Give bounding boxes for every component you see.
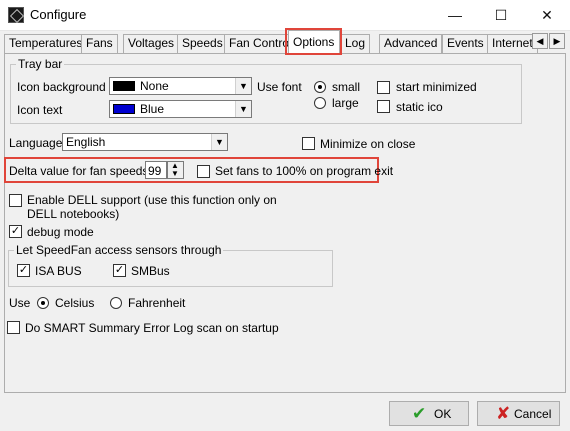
- fahrenheit-label: Fahrenheit: [128, 296, 186, 310]
- maximize-button[interactable]: ☐: [478, 0, 524, 31]
- font-large-radio[interactable]: [314, 97, 326, 109]
- tab-internet[interactable]: Internet: [487, 34, 538, 53]
- icon-text-label: Icon text: [17, 103, 63, 117]
- chevron-down-icon: ▼: [235, 78, 251, 94]
- minimize-button[interactable]: —: [432, 0, 478, 31]
- tab-scroll-left-icon[interactable]: ◀: [532, 33, 548, 49]
- font-small-label: small: [332, 80, 361, 94]
- tab-scroll-right-icon[interactable]: ▶: [549, 33, 565, 49]
- tray-bar-legend: Tray bar: [18, 57, 63, 71]
- set-fans-100-label: Set fans to 100% on program exit: [215, 164, 394, 178]
- tab-log[interactable]: Log: [340, 34, 371, 53]
- celsius-label: Celsius: [55, 296, 95, 310]
- minimize-on-close-checkbox[interactable]: [302, 137, 315, 150]
- speedfan-app-icon: [8, 7, 24, 23]
- tab-temperatures[interactable]: Temperatures: [4, 34, 88, 53]
- language-label: Language: [9, 136, 63, 150]
- sensors-legend: Let SpeedFan access sensors through: [16, 243, 222, 257]
- tab-advanced[interactable]: Advanced: [379, 34, 443, 53]
- isa-bus-label: ISA BUS: [35, 264, 82, 278]
- ok-button[interactable]: ✔ OK: [389, 401, 469, 426]
- dell-support-label-line1: Enable DELL support (use this function o…: [27, 193, 277, 207]
- icon-background-swatch: [113, 81, 135, 91]
- smart-scan-label: Do SMART Summary Error Log scan on start…: [25, 321, 279, 335]
- icon-background-label: Icon background: [17, 80, 106, 94]
- celsius-radio[interactable]: [37, 297, 49, 309]
- tab-events[interactable]: Events: [442, 34, 489, 53]
- icon-text-swatch: [113, 104, 135, 114]
- close-button[interactable]: ✕: [524, 0, 570, 31]
- tab-fans[interactable]: Fans: [81, 34, 118, 53]
- chevron-down-icon: ▼: [211, 134, 227, 150]
- set-fans-100-checkbox[interactable]: [197, 165, 210, 178]
- delta-value: 99: [148, 164, 162, 178]
- spin-down-icon[interactable]: ▼: [171, 169, 179, 178]
- tab-speeds[interactable]: Speeds: [177, 34, 228, 53]
- language-value: English: [66, 135, 106, 149]
- delta-spinner[interactable]: ▲ ▼: [167, 161, 184, 179]
- delta-input[interactable]: 99: [145, 161, 167, 179]
- cancel-x-icon: ✘: [496, 404, 511, 423]
- font-small-radio[interactable]: [314, 81, 326, 93]
- smbus-label: SMBus: [131, 264, 170, 278]
- start-minimized-label: start minimized: [396, 80, 477, 94]
- isa-bus-checkbox[interactable]: ✓: [17, 264, 30, 277]
- icon-background-select[interactable]: None ▼: [109, 77, 252, 95]
- static-icon-checkbox[interactable]: [377, 100, 390, 113]
- use-font-label: Use font: [257, 80, 302, 94]
- font-large-label: large: [332, 96, 359, 110]
- debug-mode-label: debug mode: [27, 225, 94, 239]
- checkmark-icon: ✔: [412, 404, 427, 423]
- tab-voltages[interactable]: Voltages: [123, 34, 180, 53]
- window-title: Configure: [30, 7, 87, 22]
- use-units-label: Use: [9, 296, 31, 310]
- smart-scan-checkbox[interactable]: [7, 321, 20, 334]
- language-select[interactable]: English ▼: [62, 133, 228, 151]
- minimize-on-close-label: Minimize on close: [320, 137, 416, 151]
- start-minimized-checkbox[interactable]: [377, 81, 390, 94]
- fahrenheit-radio[interactable]: [110, 297, 122, 309]
- delta-label: Delta value for fan speeds: [9, 164, 149, 178]
- dell-support-label-line2: DELL notebooks): [27, 207, 120, 221]
- cancel-label: Cancel: [514, 407, 552, 421]
- chevron-down-icon: ▼: [235, 101, 251, 117]
- icon-text-select[interactable]: Blue ▼: [109, 100, 252, 118]
- static-icon-label: static ico: [396, 100, 443, 114]
- options-tab-highlight: [285, 28, 342, 55]
- icon-background-value: None: [140, 79, 169, 93]
- debug-mode-checkbox[interactable]: ✓: [9, 225, 22, 238]
- icon-text-value: Blue: [140, 102, 165, 116]
- smbus-checkbox[interactable]: ✓: [113, 264, 126, 277]
- dell-support-checkbox[interactable]: [9, 194, 22, 207]
- cancel-button[interactable]: ✘ Cancel: [477, 401, 560, 426]
- ok-label: OK: [434, 407, 452, 421]
